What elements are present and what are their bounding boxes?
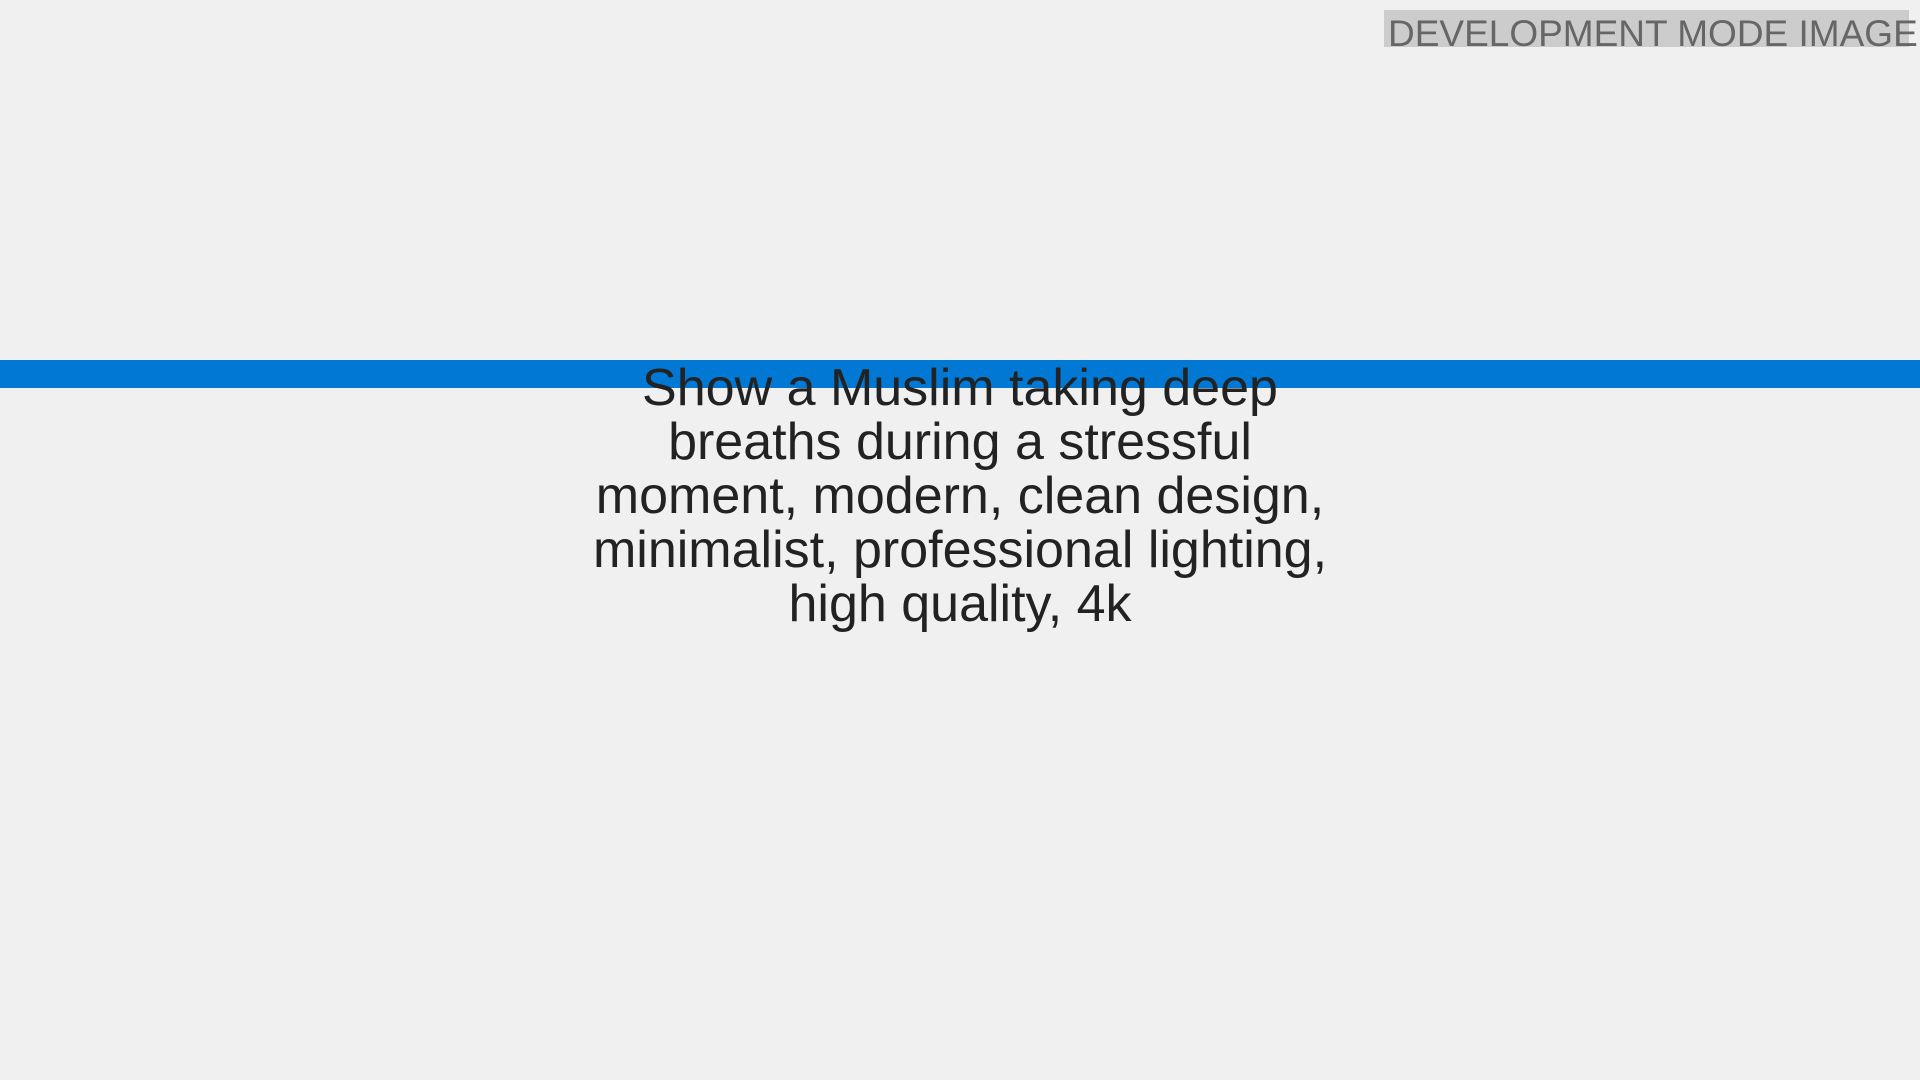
development-mode-badge: DEVELOPMENT MODE IMAGE (1384, 10, 1918, 54)
image-prompt-text: Show a Muslim taking deep breaths during… (592, 359, 1328, 633)
placeholder-canvas: DEVELOPMENT MODE IMAGE Show a Muslim tak… (0, 0, 1920, 1080)
